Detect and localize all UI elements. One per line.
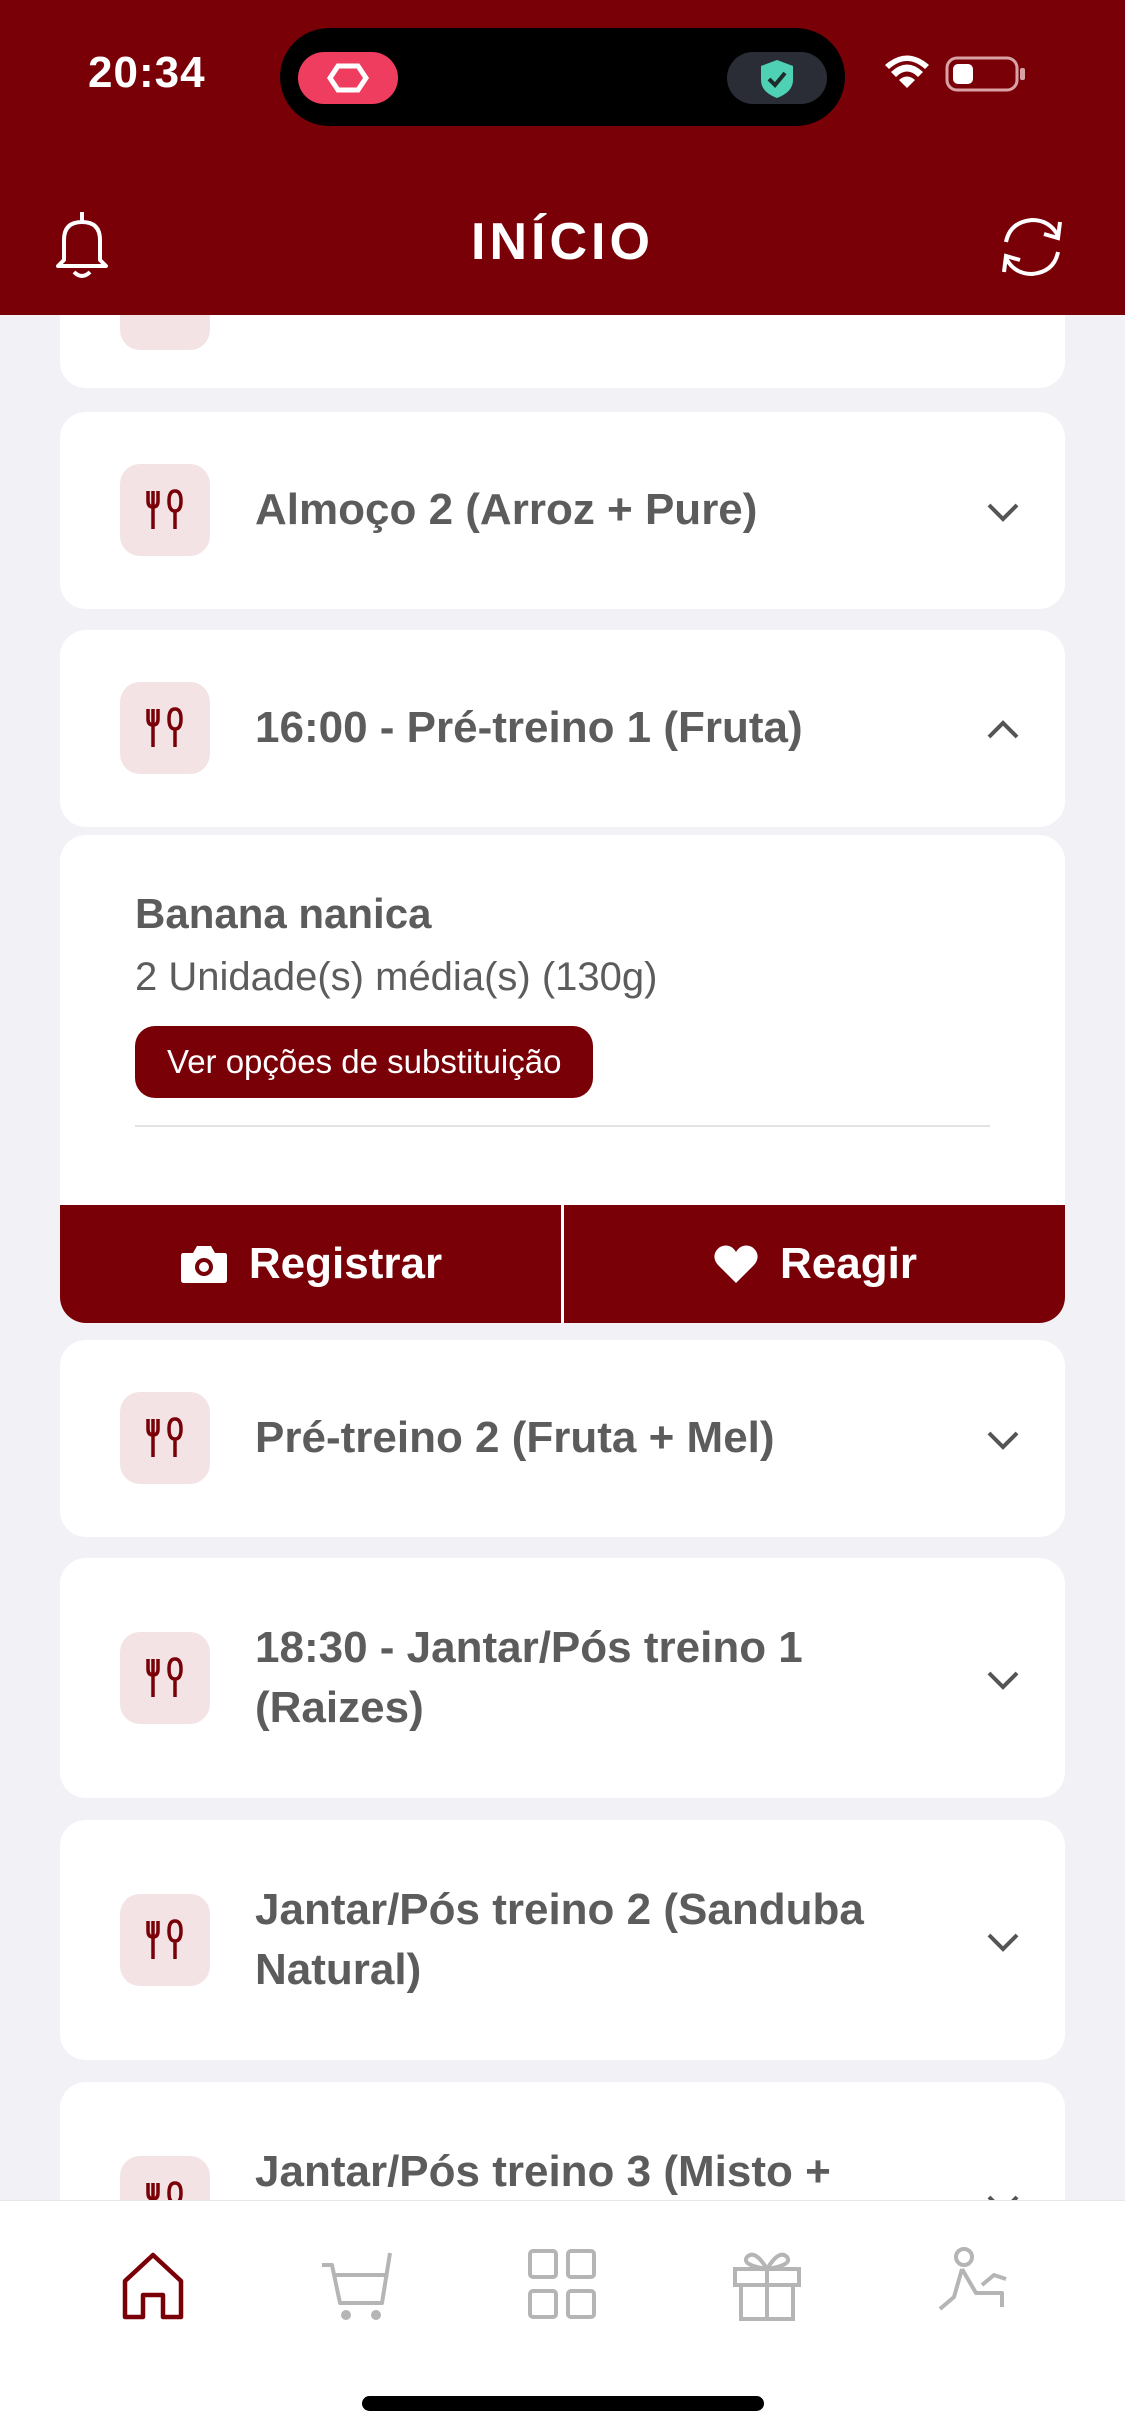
meal-card[interactable]: Almoço 2 (Arroz + Pure) bbox=[60, 412, 1065, 609]
chevron-down-icon[interactable] bbox=[981, 490, 1025, 534]
cutlery-icon bbox=[120, 1392, 210, 1484]
camera-icon bbox=[180, 1246, 227, 1283]
app-header: 20:34 INÍCIO bbox=[0, 0, 1125, 315]
chevron-up-icon[interactable] bbox=[981, 708, 1025, 752]
register-label: Registrar bbox=[248, 1239, 443, 1288]
home-indicator bbox=[362, 2396, 764, 2411]
meal-card[interactable]: Jantar/Pós treino 2 (Sanduba Natural) bbox=[60, 1820, 1065, 2060]
substitution-options-button[interactable]: Ver opções de substituição bbox=[135, 1026, 594, 1098]
register-button[interactable]: Registrar bbox=[60, 1205, 561, 1323]
chevron-down-icon[interactable] bbox=[981, 1658, 1025, 1702]
cart-icon bbox=[322, 2252, 392, 2320]
home-icon bbox=[122, 2252, 184, 2320]
cutlery-icon bbox=[120, 682, 210, 774]
tab-shop[interactable] bbox=[318, 2245, 398, 2325]
tab-menu[interactable] bbox=[522, 2245, 602, 2325]
grid-icon bbox=[528, 2249, 596, 2319]
chevron-down-icon[interactable] bbox=[981, 1418, 1025, 1462]
tab-profile[interactable] bbox=[932, 2245, 1012, 2325]
chevron-down-icon[interactable] bbox=[981, 1920, 1025, 1964]
meal-title: 18:30 - Jantar/Pós treino 1 (Raizes) bbox=[255, 1623, 803, 1732]
page-title: INÍCIO bbox=[471, 213, 654, 271]
exercise-icon bbox=[938, 2247, 1007, 2311]
meal-card[interactable]: Pré-treino 2 (Fruta + Mel) bbox=[60, 1340, 1065, 1537]
react-button[interactable]: Reagir bbox=[564, 1205, 1065, 1323]
meal-card[interactable]: Jantar/Pós treino 3 (Misto + bbox=[60, 2082, 1065, 2200]
meal-detail-panel: Banana nanica 2 Unidade(s) média(s) (130… bbox=[60, 835, 1065, 1205]
meal-title: Pré-treino 2 (Fruta + Mel) bbox=[255, 1413, 775, 1462]
heart-icon bbox=[714, 1245, 758, 1283]
meal-card[interactable]: 18:30 - Jantar/Pós treino 1 (Raizes) bbox=[60, 1558, 1065, 1798]
cutlery-icon bbox=[120, 1894, 210, 1986]
meal-actions-bar: Registrar Reagir bbox=[60, 1205, 1065, 1323]
food-quantity: 2 Unidade(s) média(s) (130g) bbox=[135, 955, 658, 999]
cutlery-icon bbox=[120, 2156, 210, 2200]
cutlery-icon bbox=[120, 1632, 210, 1724]
meal-title: Jantar/Pós treino 2 (Sanduba Natural) bbox=[255, 1885, 864, 1994]
gift-icon bbox=[733, 2252, 801, 2321]
status-indicators bbox=[885, 52, 1035, 101]
react-label: Reagir bbox=[780, 1239, 917, 1288]
meal-title: Almoço 2 (Arroz + Pure) bbox=[255, 485, 758, 534]
tab-home[interactable] bbox=[113, 2245, 193, 2325]
wifi-icon bbox=[885, 55, 929, 88]
meal-card-partial[interactable] bbox=[60, 315, 1065, 388]
meal-list[interactable]: Almoço 2 (Arroz + Pure) 16:00 - Pré-trei… bbox=[0, 315, 1125, 2200]
shield-check-icon bbox=[727, 52, 827, 104]
refresh-icon[interactable] bbox=[994, 210, 1070, 287]
status-time: 20:34 bbox=[88, 48, 206, 97]
meal-icon-bg bbox=[120, 315, 210, 350]
food-name: Banana nanica bbox=[135, 890, 432, 937]
dynamic-island bbox=[280, 28, 845, 126]
battery-icon bbox=[945, 56, 1025, 92]
tab-rewards[interactable] bbox=[727, 2245, 807, 2325]
meal-title: 16:00 - Pré-treino 1 (Fruta) bbox=[255, 703, 803, 752]
meal-title: Jantar/Pós treino 3 (Misto + bbox=[255, 2147, 831, 2196]
island-activity-icon bbox=[298, 52, 398, 104]
chevron-down-icon[interactable] bbox=[981, 2182, 1025, 2200]
meal-card-expanded[interactable]: 16:00 - Pré-treino 1 (Fruta) bbox=[60, 630, 1065, 827]
divider bbox=[135, 1125, 990, 1127]
cutlery-icon bbox=[120, 464, 210, 556]
